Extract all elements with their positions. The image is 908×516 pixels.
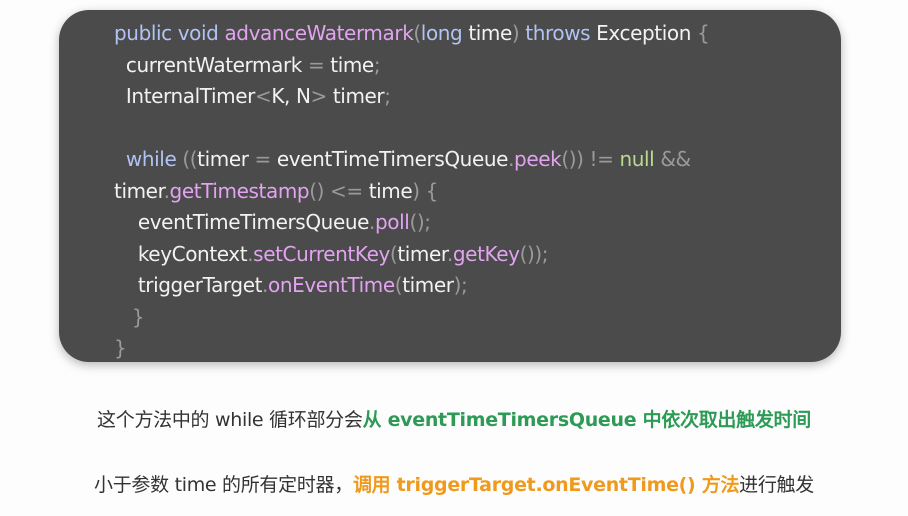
code-token: timer <box>114 178 164 203</box>
code-token: ; <box>541 241 549 266</box>
code-token: onEventTime <box>268 273 395 297</box>
code-line: eventTimeTimersQueue.poll(); <box>114 207 709 239</box>
code-token: advanceWatermark <box>224 21 414 45</box>
code-token: timer <box>402 273 454 297</box>
code-token: timer <box>197 147 255 171</box>
code-token: timer <box>326 84 385 108</box>
code-token: K, N <box>271 84 311 108</box>
code-token: ; <box>384 84 391 108</box>
code-block: public void advanceWatermark(long time) … <box>114 18 710 362</box>
code-token: time <box>462 21 512 45</box>
subtitle-highlight: 从 eventTimeTimersQueue 中依次取出触发时间 <box>362 409 812 431</box>
code-token: keyContext <box>114 241 248 266</box>
subtitle-plain-text: 这个方法中的 while 循环部分会 <box>97 409 363 431</box>
code-line: InternalTimer<K, N> timer; <box>114 81 709 113</box>
code-token: { <box>425 178 439 203</box>
subtitle-highlight: 调用 triggerTarget.onEventTime() 方法 <box>352 474 740 496</box>
code-token: ) <box>453 273 462 297</box>
code-token: time <box>362 178 413 203</box>
code-token: getKey <box>452 241 520 266</box>
code-token: poll <box>375 210 410 234</box>
code-line: keyContext.setCurrentKey(timer.getKey())… <box>114 239 709 271</box>
code-token: ()) <box>519 241 543 266</box>
code-token: Exception <box>590 21 697 45</box>
code-token: eventTimeTimersQueue <box>270 147 509 171</box>
code-token: = <box>254 147 272 171</box>
code-snippet-card: public void advanceWatermark(long time) … <box>59 10 841 362</box>
code-token: { <box>696 21 710 45</box>
code-token: ; <box>461 273 468 297</box>
code-token: () <box>409 210 425 234</box>
code-token: != <box>589 147 614 171</box>
code-line: } <box>114 302 709 334</box>
code-token: && <box>660 147 691 171</box>
code-line: public void advanceWatermark(long time) … <box>114 18 710 50</box>
code-token: (( <box>182 147 198 171</box>
code-token: ( <box>413 21 421 45</box>
code-token: timer <box>397 241 447 266</box>
code-token: public void <box>114 21 219 45</box>
code-token: } <box>131 304 145 329</box>
code-token: } <box>114 336 127 360</box>
code-token: throws <box>525 21 591 45</box>
code-token: ; <box>424 210 431 234</box>
code-token: <= <box>330 178 363 203</box>
subtitle-line-1: 这个方法中的 while 循环部分会从 eventTimeTimersQueue… <box>0 405 908 432</box>
code-token: ) <box>412 178 420 203</box>
code-token: eventTimeTimersQueue <box>114 210 370 234</box>
code-token: getTimestamp <box>169 178 310 203</box>
code-token: = <box>307 52 325 77</box>
code-line: while ((timer = eventTimeTimersQueue.pee… <box>114 144 709 176</box>
code-token: while <box>125 147 177 171</box>
code-line: timer.getTimestamp() <= time) { <box>114 176 709 208</box>
code-token: peek <box>514 147 562 171</box>
subtitle-plain-text: 进行触发 <box>739 474 814 496</box>
code-token: long <box>420 21 463 45</box>
code-token: currentWatermark <box>114 52 308 77</box>
code-token: InternalTimer <box>114 84 255 108</box>
code-token: ; <box>373 52 381 77</box>
code-line: } <box>114 333 709 362</box>
code-token: ()) <box>561 147 584 171</box>
code-line: currentWatermark = time; <box>114 50 709 82</box>
code-line: triggerTarget.onEventTime(timer); <box>114 270 709 302</box>
code-token: > <box>310 84 328 108</box>
code-token: null <box>619 147 655 171</box>
code-token: triggerTarget <box>114 273 263 297</box>
code-token: setCurrentKey <box>253 241 390 266</box>
code-token: < <box>254 84 272 108</box>
subtitle-line-2: 小于参数 time 的所有定时器，调用 triggerTarget.onEven… <box>0 470 908 497</box>
code-token: time <box>324 52 374 77</box>
code-token: () <box>309 178 325 203</box>
subtitle-plain-text: 小于参数 time 的所有定时器， <box>94 474 353 496</box>
